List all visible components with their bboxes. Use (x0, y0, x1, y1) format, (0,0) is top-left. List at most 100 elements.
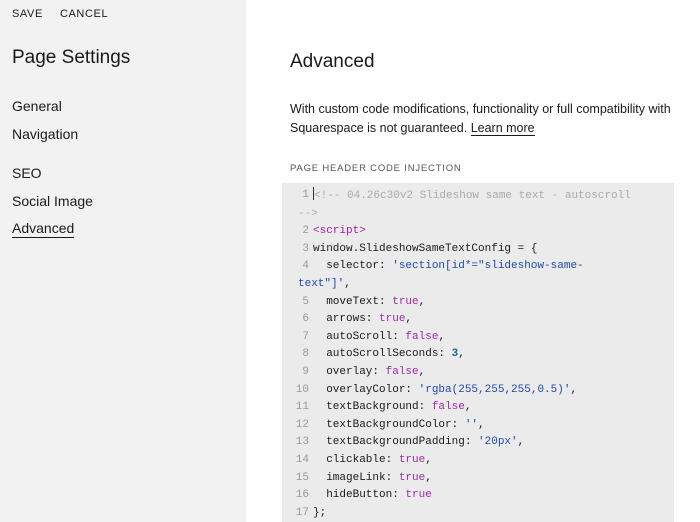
code-line: 3 window.SlideshowSameTextConfig = { (282, 241, 674, 259)
nav-item-navigation[interactable]: Navigation (12, 125, 93, 153)
code-token: <!-- 04.26c30v2 Slideshow same text - au… (314, 190, 631, 202)
code-token: autoScrollSeconds: (313, 348, 452, 361)
line-number: 8 (302, 348, 309, 361)
code-line: 17}; (282, 505, 674, 522)
line-number: 12 (295, 418, 309, 431)
code-token: true (379, 313, 406, 326)
nav-item-seo[interactable]: SEO (12, 164, 93, 192)
code-token: false (405, 330, 439, 343)
code-line-content: --> (298, 206, 674, 224)
cancel-button[interactable]: CANCEL (60, 8, 108, 20)
code-line-content: <script> (313, 223, 674, 241)
code-token: , (517, 436, 525, 449)
code-line: 15 imageLink: true, (282, 470, 674, 488)
code-token: textBackgroundColor: (313, 418, 465, 431)
code-token: '20px' (478, 436, 518, 449)
code-token: , (418, 365, 426, 378)
code-token: '' (464, 418, 479, 431)
line-number: 4 (302, 260, 309, 273)
code-token: textBackground: (313, 401, 432, 414)
code-line-content: hideButton: true (313, 487, 674, 505)
code-line: 1 <!-- 04.26c30v2 Slideshow same text - a… (282, 187, 674, 206)
topbar: SAVE CANCEL (12, 8, 108, 20)
code-line-content: selector: 'section[id*="slideshow-same- (313, 258, 674, 276)
code-line-content: overlayColor: 'rgba(255,255,255,0.5)', (313, 382, 674, 400)
line-number: 14 (295, 453, 309, 466)
line-number: 17 (295, 506, 309, 519)
line-number: 3 (302, 242, 309, 255)
code-token: , (570, 383, 578, 396)
line-number: 11 (295, 401, 309, 414)
nav-item-label: SEO (12, 165, 42, 181)
code-line: 4 selector: 'section[id*="slideshow-same… (282, 258, 674, 276)
code-token: , (438, 330, 446, 343)
line-number: 7 (302, 330, 309, 343)
code-token: false (385, 365, 419, 378)
code-token: , (464, 401, 472, 414)
code-line-content: <!-- 04.26c30v2 Slideshow same text - au… (313, 187, 674, 206)
line-number: 9 (302, 365, 309, 378)
code-line: 7 autoScroll: false, (282, 329, 674, 347)
code-token: overlayColor: (313, 383, 419, 396)
code-line-content: textBackgroundPadding: '20px', (313, 434, 674, 452)
line-number: 10 (295, 383, 309, 396)
code-token: hideButton: (313, 489, 406, 502)
line-number: 16 (295, 489, 309, 502)
code-token: selector: (313, 260, 393, 273)
page-title: Advanced (290, 51, 375, 72)
code-line: 2 <script> (282, 223, 674, 241)
save-button[interactable]: SAVE (12, 8, 43, 20)
code-line-content: moveText: true, (313, 294, 674, 312)
code-line: 8 autoScrollSeconds: 3, (282, 346, 674, 364)
code-token: 'rgba(255,255,255,0.5)' (418, 383, 571, 396)
nav-item-label: General (12, 98, 62, 114)
nav-item-advanced[interactable]: Advanced (12, 219, 93, 247)
code-token: text"]' (298, 277, 345, 290)
code-line-wrap: text"]', (282, 276, 674, 294)
code-line: 16 hideButton: true (282, 487, 674, 505)
line-number: 1 (302, 189, 309, 201)
code-line-content: textBackgroundColor: '', (313, 417, 674, 435)
code-line-content: }; (313, 505, 674, 522)
code-line: 12 textBackgroundColor: '', (282, 417, 674, 435)
code-token: arrows: (313, 313, 380, 326)
nav-item-social-image[interactable]: Social Image (12, 192, 93, 220)
code-editor[interactable]: 1 <!-- 04.26c30v2 Slideshow same text - a… (282, 183, 674, 522)
sidebar: SAVE CANCEL Page Settings General Naviga… (0, 0, 246, 522)
code-token: , (418, 295, 426, 308)
code-lines: 1 <!-- 04.26c30v2 Slideshow same text - a… (282, 183, 674, 522)
nav-item-label: Navigation (12, 125, 79, 142)
code-token: moveText: (313, 295, 393, 308)
code-token: true (398, 471, 426, 484)
code-token: overlay: (313, 365, 386, 378)
nav-item-label: Advanced (12, 220, 75, 238)
code-token: , (478, 418, 485, 431)
code-token: , (425, 471, 432, 484)
nav-item-general[interactable]: General (12, 97, 93, 125)
code-token: textBackgroundPadding: (313, 436, 479, 449)
code-token: , (458, 348, 465, 361)
code-line-content: autoScrollSeconds: 3, (313, 346, 674, 364)
main-panel: Advanced With custom code modifications,… (246, 0, 700, 522)
code-token: window.SlideshowSameTextConfig = { (313, 242, 538, 255)
code-line-content: autoScroll: false, (313, 329, 674, 347)
code-token: 'section[id*="slideshow-same- (392, 260, 584, 273)
code-token: clickable: (313, 453, 399, 466)
code-token: imageLink: (313, 471, 399, 484)
learn-more-link[interactable]: Learn more (470, 121, 535, 136)
code-token: autoScroll: (313, 330, 406, 343)
code-line: 10 overlayColor: 'rgba(255,255,255,0.5)'… (282, 382, 674, 400)
code-token: true (398, 453, 426, 466)
section-label: PAGE HEADER CODE INJECTION (290, 163, 462, 174)
warning-description: With custom code modifications, function… (290, 100, 680, 138)
code-line-content: arrows: true, (313, 311, 674, 329)
code-token: <script> (313, 225, 366, 238)
line-number: 13 (295, 436, 309, 449)
code-token: , (425, 453, 432, 466)
settings-nav: General Navigation SEO Social Image Adva… (12, 97, 93, 247)
code-line-content: clickable: true, (313, 452, 674, 470)
code-line-content: window.SlideshowSameTextConfig = { (313, 241, 674, 259)
code-line: 14 clickable: true, (282, 452, 674, 470)
line-number: 15 (295, 471, 309, 484)
code-line-content: overlay: false, (313, 364, 674, 382)
